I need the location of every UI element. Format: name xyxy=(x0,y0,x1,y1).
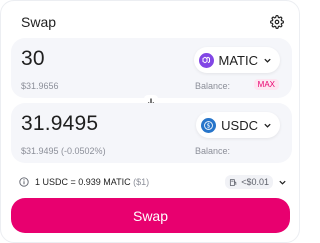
info-icon xyxy=(19,177,29,187)
svg-text:$: $ xyxy=(207,122,211,129)
chevron-down-icon xyxy=(263,56,272,65)
rate-row: 1 USDC = 0.939 MATIC ($1) <$0.01 xyxy=(19,174,287,190)
gas-info[interactable]: <$0.01 xyxy=(225,175,287,189)
input-token-label: MATIC xyxy=(218,52,258,68)
output-usd-value: $31.9495 (-0.0502%) xyxy=(21,146,106,156)
swap-title: Swap xyxy=(21,14,57,30)
output-panel: 31.9495 $ USDC $31.9495 (-0.0502%) Balan… xyxy=(11,103,292,163)
input-balance-label: Balance: xyxy=(195,81,231,91)
rate-info[interactable]: 1 USDC = 0.939 MATIC ($1) xyxy=(19,177,149,187)
gas-pump-icon xyxy=(229,178,238,187)
gas-fee-text: <$0.01 xyxy=(241,177,269,187)
output-token-selector[interactable]: $ USDC xyxy=(196,112,280,138)
gas-fee-badge: <$0.01 xyxy=(225,175,273,189)
usdc-token-icon: $ xyxy=(201,117,217,133)
gear-icon[interactable] xyxy=(269,14,285,30)
input-amount-field[interactable]: 30 xyxy=(21,47,45,71)
swap-widget: Swap 30 MATIC $31.9656 Balance: MAX 31.9… xyxy=(0,0,300,243)
output-token-label: USDC xyxy=(221,117,258,133)
chevron-down-icon xyxy=(263,121,272,130)
chevron-down-icon xyxy=(278,178,287,187)
exchange-rate-text: 1 USDC = 0.939 MATIC xyxy=(35,177,131,187)
input-panel: 30 MATIC $31.9656 Balance: MAX xyxy=(11,38,292,98)
swap-button[interactable]: Swap xyxy=(11,198,290,233)
input-usd-value: $31.9656 xyxy=(21,81,59,91)
input-token-selector[interactable]: MATIC xyxy=(193,47,280,73)
max-button[interactable]: MAX xyxy=(253,79,279,90)
swap-header: Swap xyxy=(21,11,285,33)
exchange-rate-usd: ($1) xyxy=(133,177,150,187)
output-amount-field[interactable]: 31.9495 xyxy=(21,112,98,136)
output-balance-label: Balance: xyxy=(195,146,231,156)
matic-token-icon xyxy=(198,52,214,68)
